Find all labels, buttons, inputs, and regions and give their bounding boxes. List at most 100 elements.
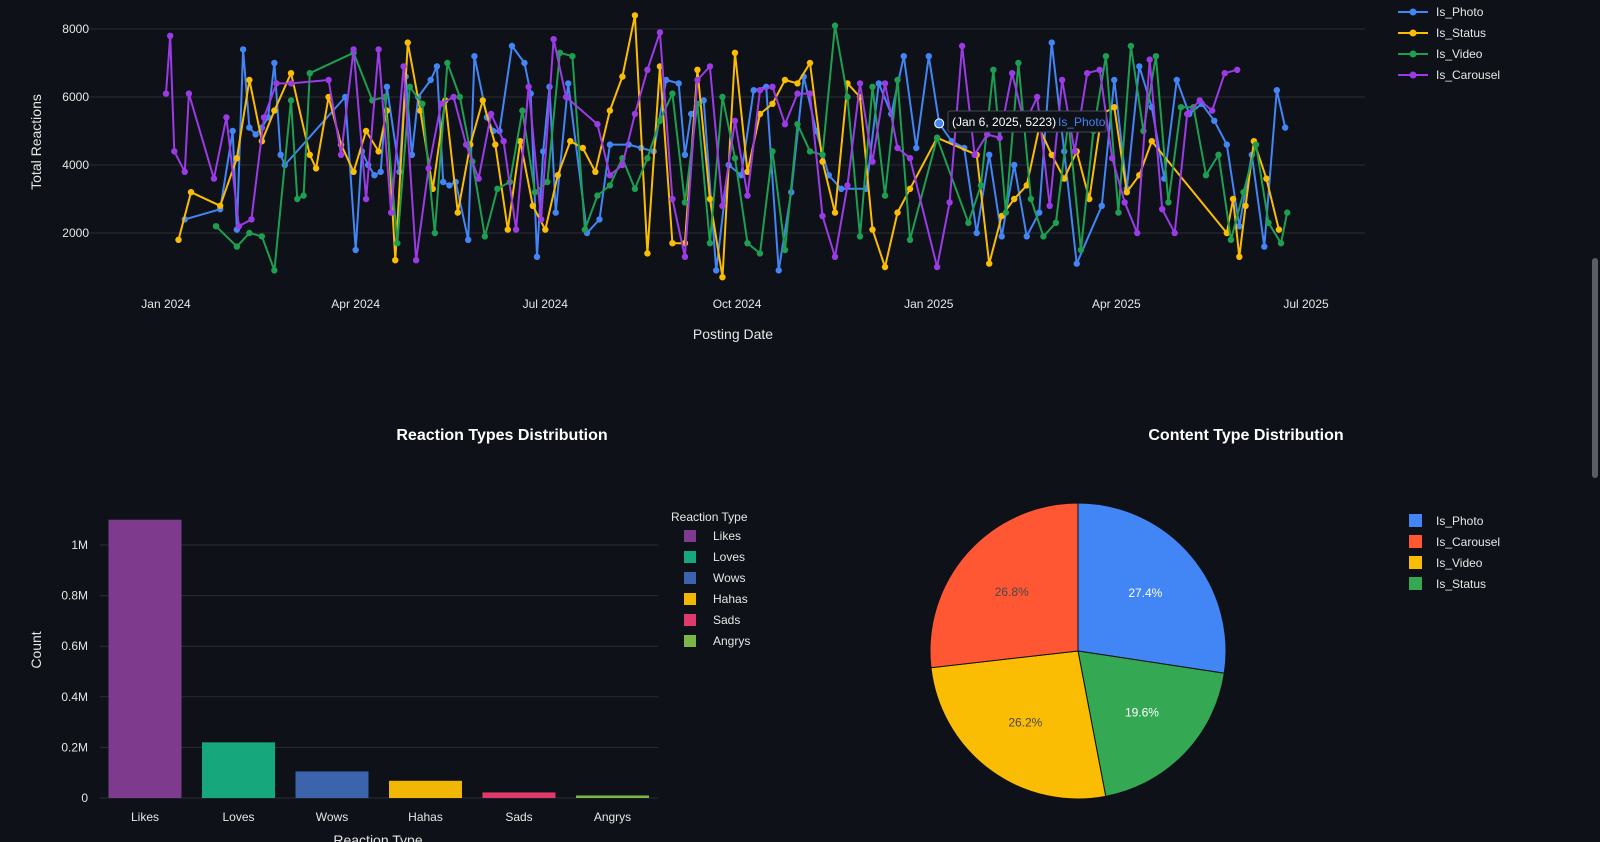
- reactions-over-time-chart: 2000 4000 6000 8000 Jan 2024 Apr 2024 Jul 2024…: [28, 5, 1500, 342]
- data-point: [719, 274, 726, 281]
- legend-swatch: [684, 572, 696, 584]
- data-point: [235, 223, 243, 230]
- pie-value-label: 26.2%: [1008, 716, 1042, 730]
- data-point: [1211, 117, 1218, 125]
- data-point: [1040, 233, 1047, 240]
- data-point: [1123, 189, 1130, 196]
- data-point: [537, 216, 545, 223]
- legend-swatch-marker: [1409, 71, 1417, 79]
- page-scrollbar[interactable]: [1590, 0, 1600, 842]
- legend-swatch: [684, 593, 696, 605]
- data-point: [1196, 97, 1203, 104]
- data-point: [456, 93, 464, 101]
- data-point: [277, 151, 284, 158]
- data-point: [1227, 236, 1235, 243]
- data-point: [258, 233, 266, 240]
- x-tick-label: Oct 2024: [713, 297, 762, 311]
- x-tick-label: Loves: [222, 810, 254, 824]
- data-point: [287, 80, 295, 87]
- data-point: [719, 202, 726, 209]
- data-point: [431, 229, 439, 237]
- data-point: [973, 229, 980, 237]
- legend-label-is-video: Is_Video: [1436, 47, 1483, 61]
- data-point: [631, 110, 639, 118]
- data-point: [239, 46, 247, 53]
- data-point: [958, 42, 966, 50]
- data-point: [706, 63, 714, 70]
- data-point: [1234, 66, 1241, 74]
- scrollbar-thumb[interactable]: [1592, 258, 1598, 478]
- data-point: [475, 175, 482, 182]
- data-point: [933, 134, 941, 141]
- data-point: [1158, 206, 1166, 213]
- tooltip-series-label: Is_Photo: [1058, 115, 1106, 129]
- data-point: [271, 107, 278, 114]
- legend-swatch-marker: [1409, 29, 1417, 37]
- data-point: [875, 80, 882, 87]
- data-point: [233, 155, 241, 162]
- data-point: [1108, 155, 1116, 162]
- data-point: [287, 97, 295, 104]
- data-point: [913, 144, 920, 152]
- x-tick-label: Hahas: [408, 810, 443, 824]
- y-tick-label: 0.8M: [61, 589, 88, 603]
- x-tick-label: Sads: [505, 810, 532, 824]
- data-point: [400, 63, 407, 70]
- legend-label-sads: Sads: [713, 613, 740, 627]
- data-point: [387, 209, 395, 216]
- data-point: [1127, 42, 1135, 50]
- data-point: [719, 93, 726, 101]
- y-tick-label: 6000: [62, 90, 89, 104]
- data-point: [606, 172, 614, 179]
- data-point: [185, 90, 193, 97]
- data-point: [900, 53, 907, 60]
- data-point: [246, 124, 253, 131]
- data-point: [187, 189, 195, 196]
- data-point: [481, 233, 489, 240]
- legend-label-is-photo: Is_Photo: [1436, 514, 1484, 528]
- data-point: [562, 93, 570, 101]
- data-point: [383, 83, 391, 91]
- data-point: [412, 257, 420, 264]
- data-point: [487, 110, 495, 118]
- data-point: [569, 53, 576, 60]
- data-point: [1136, 63, 1143, 70]
- data-point: [946, 199, 953, 206]
- data-point: [552, 209, 559, 216]
- y-tick-label: 0.6M: [61, 639, 88, 653]
- data-point: [1008, 70, 1016, 77]
- data-point: [554, 172, 562, 179]
- data-point: [471, 53, 478, 60]
- data-point: [529, 202, 537, 209]
- bar-likes: [108, 519, 182, 798]
- data-point: [454, 209, 461, 216]
- data-point: [1148, 138, 1155, 145]
- data-point: [521, 59, 528, 67]
- data-point: [212, 223, 220, 230]
- data-point: [181, 168, 188, 175]
- data-point: [494, 185, 501, 192]
- data-point: [706, 240, 714, 247]
- data-point: [681, 253, 689, 260]
- data-point: [731, 49, 739, 56]
- data-point: [1011, 195, 1018, 203]
- data-point: [894, 144, 901, 152]
- data-point: [794, 80, 801, 87]
- data-point: [631, 12, 639, 19]
- data-point: [1177, 104, 1185, 111]
- data-point: [1242, 202, 1249, 209]
- data-point: [271, 267, 278, 274]
- data-point: [869, 226, 876, 233]
- data-point: [819, 212, 826, 220]
- x-tick-label: Jan 2025: [904, 297, 954, 311]
- data-point: [1281, 124, 1289, 131]
- data-point: [838, 185, 845, 192]
- data-point: [248, 216, 255, 223]
- x-tick-label: Angrys: [594, 810, 631, 824]
- legend-swatch: [1409, 577, 1422, 590]
- pie-value-label: 26.8%: [995, 585, 1029, 599]
- bar-loves: [202, 742, 275, 798]
- data-point: [775, 267, 782, 274]
- data-point: [592, 168, 599, 175]
- data-point: [669, 195, 676, 203]
